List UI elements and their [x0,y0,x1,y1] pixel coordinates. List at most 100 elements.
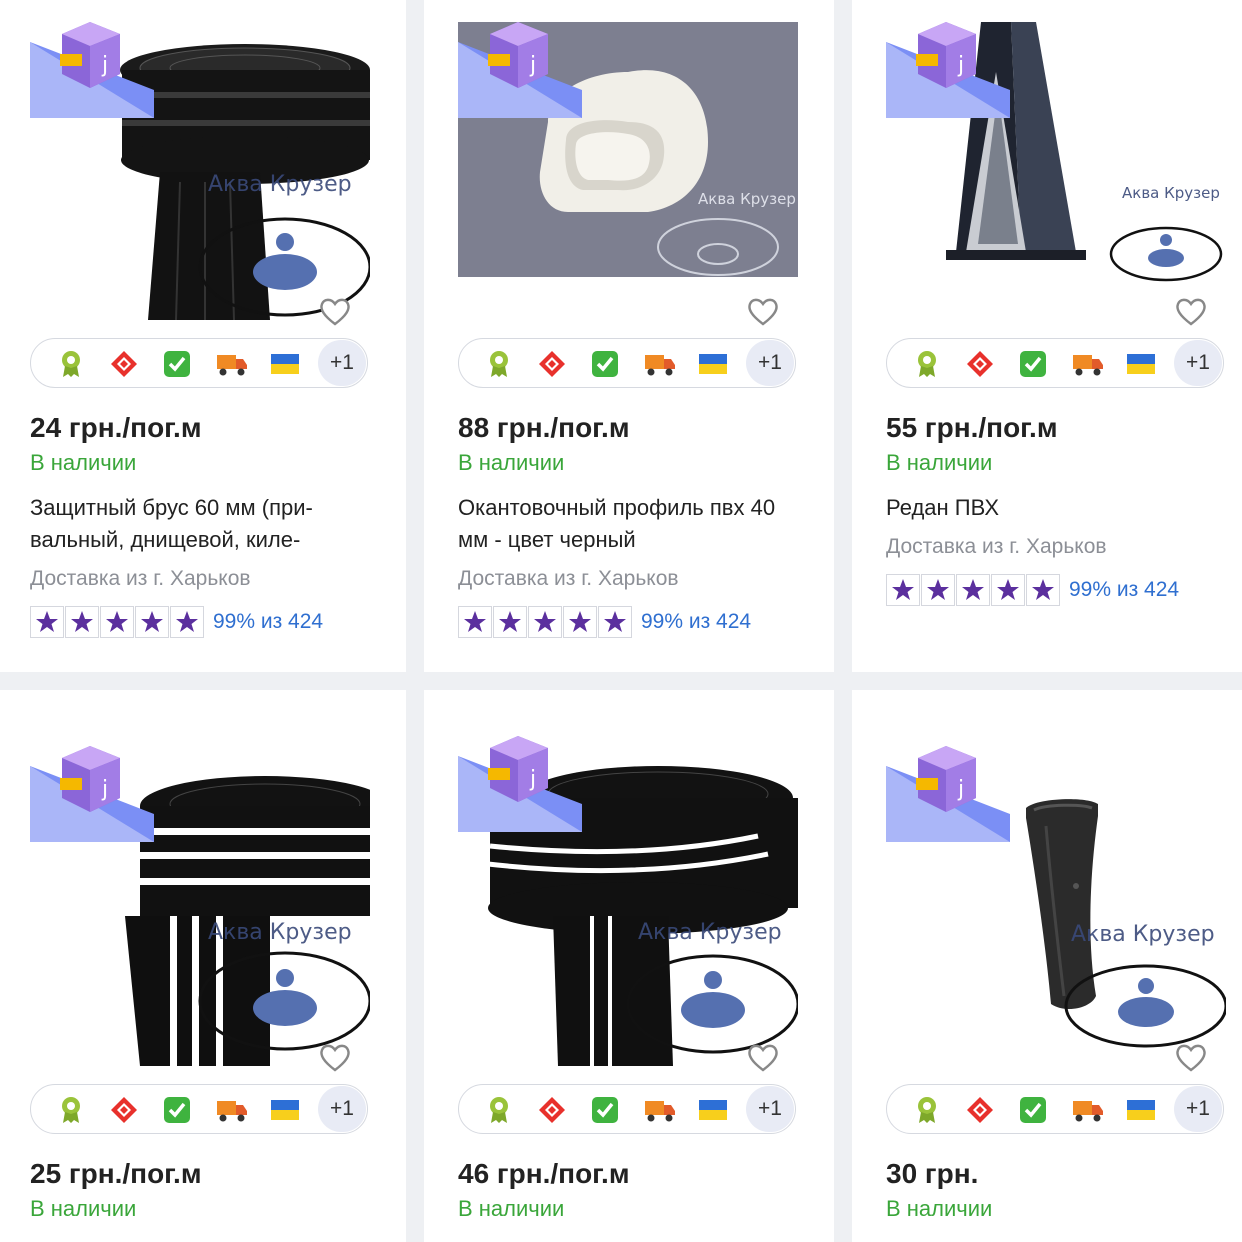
check-mark-icon [591,1096,619,1124]
star-icon [493,606,527,638]
delivery-truck-icon [644,1096,676,1124]
jcode-badge-icon: j [886,22,1010,118]
rating-stars [458,606,633,638]
delivery-truck-icon [644,350,676,378]
delivery-truck-icon [1072,1096,1104,1124]
delivery-info: Доставка из г. Харьков [458,567,679,590]
favorite-heart-icon[interactable] [318,1041,352,1075]
jcode-badge-icon: j [30,22,154,118]
more-services-button[interactable]: +1 [318,340,366,386]
nova-poshta-icon [966,350,994,378]
star-icon [956,574,990,606]
product-image[interactable]: Аква Крузер j [458,22,798,320]
star-icon [170,606,204,638]
check-mark-icon [163,1096,191,1124]
quality-rosette-icon [57,350,85,378]
seller-rating[interactable]: 99% из 424 [886,574,1179,606]
favorite-heart-icon[interactable] [1174,1041,1208,1075]
stock-status: В наличии [458,1196,565,1221]
nova-poshta-icon [110,1096,138,1124]
more-services-button[interactable]: +1 [746,1086,794,1132]
product-card[interactable]: Аква Крузер j +1 24 грн./пог.м В наличии… [0,0,406,672]
service-chips[interactable]: +1 [458,1084,796,1134]
product-card[interactable]: Аква Крузер j +1 55 грн./пог.м В наличии… [852,0,1242,672]
rating-stars [30,606,205,638]
stock-status: В наличии [30,450,137,475]
seller-rating[interactable]: 99% из 424 [458,606,751,638]
favorite-heart-icon[interactable] [746,295,780,329]
watermark: Аква Крузер [208,172,352,197]
ukraine-flag-icon [699,350,727,378]
jcode-badge-icon: j [30,746,154,842]
service-chips[interactable]: +1 [458,338,796,388]
star-icon [921,574,955,606]
nova-poshta-icon [538,1096,566,1124]
product-image[interactable]: Аква Крузер j [30,22,370,320]
product-title[interactable]: Редан ПВХ [886,492,1226,524]
ukraine-flag-icon [1127,1096,1155,1124]
rating-link[interactable]: 99% из 424 [641,610,751,634]
product-price: 88 грн./пог.м [458,412,630,443]
star-icon [135,606,169,638]
star-icon [991,574,1025,606]
quality-rosette-icon [913,350,941,378]
star-icon [563,606,597,638]
svg-text:j: j [957,53,964,78]
more-services-button[interactable]: +1 [746,340,794,386]
star-icon [886,574,920,606]
product-image[interactable]: Аква Крузер j [886,746,1226,1066]
svg-text:j: j [101,777,108,802]
stock-status: В наличии [458,450,565,475]
nova-poshta-icon [110,350,138,378]
jcode-badge-icon: j [886,746,1010,842]
product-title[interactable]: Защитный брус 60 мм (при-вальный, днищев… [30,492,370,556]
more-services-button[interactable]: +1 [1174,340,1222,386]
check-mark-icon [1019,1096,1047,1124]
delivery-truck-icon [216,350,248,378]
ukraine-flag-icon [699,1096,727,1124]
service-chips[interactable]: +1 [30,1084,368,1134]
star-icon [65,606,99,638]
more-services-button[interactable]: +1 [318,1086,366,1132]
star-icon [1026,574,1060,606]
service-chips[interactable]: +1 [886,1084,1224,1134]
rating-link[interactable]: 99% из 424 [213,610,323,634]
watermark: Аква Крузер [1071,922,1215,947]
product-price: 24 грн./пог.м [30,412,202,443]
watermark: Аква Крузер [638,920,782,945]
rating-link[interactable]: 99% из 424 [1069,578,1179,602]
favorite-heart-icon[interactable] [746,1041,780,1075]
stock-status: В наличии [30,1196,137,1221]
nova-poshta-icon [966,1096,994,1124]
product-title[interactable]: Окантовочный профиль пвх 40 мм - цвет че… [458,492,798,556]
svg-text:j: j [529,53,536,78]
star-icon [458,606,492,638]
service-chips[interactable]: +1 [30,338,368,388]
product-price: 46 грн./пог.м [458,1158,630,1189]
watermark: Аква Крузер [208,920,352,945]
product-price: 30 грн. [886,1158,979,1189]
star-icon [598,606,632,638]
product-card[interactable]: Аква Крузер j +1 25 грн./пог.м В наличии [0,690,406,1242]
svg-text:j: j [101,53,108,78]
svg-text:j: j [529,767,536,792]
favorite-heart-icon[interactable] [1174,295,1208,329]
seller-rating[interactable]: 99% из 424 [30,606,323,638]
more-services-button[interactable]: +1 [1174,1086,1222,1132]
watermark: Аква Крузер [698,190,796,208]
product-card[interactable]: Аква Крузер j +1 46 грн./пог.м В наличии [424,690,834,1242]
product-price: 55 грн./пог.м [886,412,1058,443]
check-mark-icon [163,350,191,378]
product-image[interactable]: Аква Крузер j [458,736,798,1066]
ukraine-flag-icon [1127,350,1155,378]
product-image[interactable]: Аква Крузер j [30,746,370,1066]
ukraine-flag-icon [271,350,299,378]
stock-status: В наличии [886,450,993,475]
product-image[interactable]: Аква Крузер j [886,22,1226,320]
product-card[interactable]: Аква Крузер j +1 30 грн. В наличии [852,690,1242,1242]
product-card[interactable]: Аква Крузер j +1 88 грн./пог.м В наличии… [424,0,834,672]
favorite-heart-icon[interactable] [318,295,352,329]
service-chips[interactable]: +1 [886,338,1224,388]
svg-text:j: j [957,777,964,802]
delivery-truck-icon [1072,350,1104,378]
